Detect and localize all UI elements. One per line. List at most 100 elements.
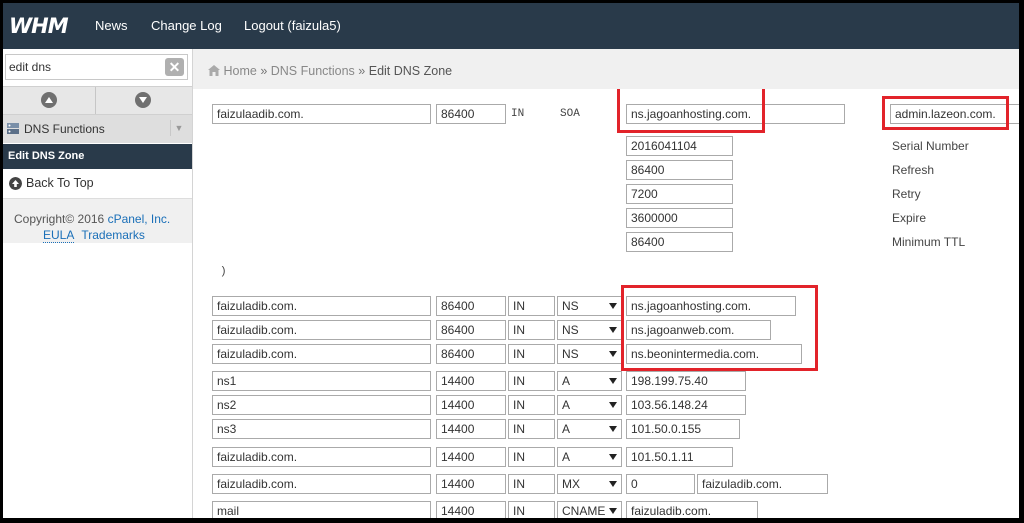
arrow-divider	[95, 87, 96, 114]
record-name-field[interactable]: faizuladib.com.	[212, 344, 431, 364]
dropdown-caret-icon	[609, 426, 617, 432]
breadcrumb-home[interactable]: Home	[223, 64, 256, 78]
dropdown-caret-icon	[609, 402, 617, 408]
nav-news[interactable]: News	[95, 3, 128, 49]
sidebar-section-dns-functions[interactable]: DNS Functions ▼	[3, 115, 192, 143]
whm-logo[interactable]: WHM	[9, 14, 69, 38]
record-name-field[interactable]: ns1	[212, 371, 431, 391]
trademarks-link[interactable]: Trademarks	[81, 228, 145, 242]
record-ttl-field[interactable]: 14400	[436, 474, 506, 494]
record-name-field[interactable]: faizuladib.com.	[212, 320, 431, 340]
record-name-field[interactable]: faizuladib.com.	[212, 474, 431, 494]
collapse-chevron-icon[interactable]: ▼	[170, 120, 187, 136]
sidebar-footer: Copyright© 2016 cPanel, Inc. EULA Tradema…	[3, 199, 192, 243]
record-type-select[interactable]: A	[557, 395, 622, 415]
dns-functions-icon	[7, 123, 19, 134]
clear-x-icon[interactable]: ✕	[165, 58, 184, 76]
record-ttl-field[interactable]: 14400	[436, 371, 506, 391]
record-value-field[interactable]: faizuladib.com.	[697, 474, 828, 494]
record-type-value: NS	[562, 347, 579, 361]
soa-minimum-ttl-label: Minimum TTL	[892, 235, 966, 249]
highlight-primary-ns	[617, 89, 765, 133]
soa-name-field[interactable]: faizulaadib.com.	[212, 104, 431, 124]
sidebar-scroll-arrows	[3, 86, 192, 115]
soa-ttl-field[interactable]: 86400	[436, 104, 506, 124]
dropdown-caret-icon	[609, 454, 617, 460]
eula-link[interactable]: EULA	[43, 228, 75, 243]
record-type-value: A	[562, 398, 571, 412]
record-type-select[interactable]: CNAME	[557, 501, 622, 518]
dropdown-caret-icon	[609, 351, 617, 357]
record-class-field[interactable]: IN	[508, 371, 555, 391]
record-type-select[interactable]: A	[557, 371, 622, 391]
soa-refresh-field[interactable]: 86400	[626, 160, 733, 180]
soa-retry-label: Retry	[892, 187, 921, 201]
breadcrumb-dns-functions[interactable]: DNS Functions	[271, 64, 355, 78]
record-class-field[interactable]: IN	[508, 447, 555, 467]
soa-type: SOA	[560, 108, 580, 120]
record-class-field[interactable]: IN	[508, 395, 555, 415]
dropdown-caret-icon	[609, 378, 617, 384]
record-class-field[interactable]: IN	[508, 296, 555, 316]
arrow-up-circle-icon	[9, 177, 22, 190]
soa-expire-field[interactable]: 3600000	[626, 208, 733, 228]
soa-serial-field[interactable]: 2016041104	[626, 136, 733, 156]
home-icon	[208, 65, 220, 76]
breadcrumb-separator: »	[358, 64, 366, 78]
record-type-value: A	[562, 422, 571, 436]
sidebar-item-edit-dns-zone[interactable]: Edit DNS Zone	[3, 144, 192, 169]
soa-close-paren: )	[220, 266, 227, 278]
record-type-value: NS	[562, 299, 579, 313]
soa-class: IN	[511, 108, 525, 120]
record-class-field[interactable]: IN	[508, 474, 555, 494]
record-ttl-field[interactable]: 14400	[436, 419, 506, 439]
soa-expire-label: Expire	[892, 211, 927, 225]
soa-serial-label: Serial Number	[892, 139, 969, 153]
soa-retry-field[interactable]: 7200	[626, 184, 733, 204]
record-ttl-field[interactable]: 86400	[436, 296, 506, 316]
record-ttl-field[interactable]: 14400	[436, 395, 506, 415]
record-name-field[interactable]: faizuladib.com.	[212, 447, 431, 467]
scroll-down-icon[interactable]	[135, 92, 151, 108]
record-value-field[interactable]: faizuladib.com.	[626, 501, 758, 518]
record-type-select[interactable]: A	[557, 419, 622, 439]
record-type-select[interactable]: NS	[557, 296, 622, 316]
record-type-select[interactable]: NS	[557, 344, 622, 364]
scroll-up-icon[interactable]	[41, 92, 57, 108]
record-class-field[interactable]: IN	[508, 344, 555, 364]
cpanel-link[interactable]: cPanel, Inc.	[108, 212, 171, 226]
nav-change-log[interactable]: Change Log	[151, 3, 222, 49]
highlight-admin-email	[882, 96, 1009, 130]
record-type-select[interactable]: A	[557, 447, 622, 467]
record-value-field[interactable]: 101.50.1.11	[626, 447, 733, 467]
sidebar-search: ✕	[5, 54, 188, 80]
copyright-text: Copyright© 2016	[14, 212, 108, 226]
record-name-field[interactable]: mail	[212, 501, 431, 518]
top-navigation-bar: WHM News Change Log Logout (faizula5)	[3, 3, 1019, 49]
record-name-field[interactable]: ns3	[212, 419, 431, 439]
record-value-field[interactable]: 198.199.75.40	[626, 371, 746, 391]
record-ttl-field[interactable]: 14400	[436, 447, 506, 467]
mx-priority-field[interactable]: 0	[626, 474, 695, 494]
dropdown-caret-icon	[609, 327, 617, 333]
dns-zone-editor: faizulaadib.com. 86400 IN SOA ns.jagoanh…	[193, 89, 1019, 518]
record-ttl-field[interactable]: 14400	[436, 501, 506, 518]
nav-logout[interactable]: Logout (faizula5)	[244, 3, 341, 49]
record-name-field[interactable]: faizuladib.com.	[212, 296, 431, 316]
record-name-field[interactable]: ns2	[212, 395, 431, 415]
back-to-top-link[interactable]: Back To Top	[3, 169, 192, 199]
soa-minimum-ttl-field[interactable]: 86400	[626, 232, 733, 252]
record-class-field[interactable]: IN	[508, 320, 555, 340]
record-type-select[interactable]: MX	[557, 474, 622, 494]
record-type-value: A	[562, 374, 571, 388]
record-value-field[interactable]: 103.56.148.24	[626, 395, 746, 415]
record-ttl-field[interactable]: 86400	[436, 344, 506, 364]
record-ttl-field[interactable]: 86400	[436, 320, 506, 340]
record-value-field[interactable]: 101.50.0.155	[626, 419, 740, 439]
record-class-field[interactable]: IN	[508, 419, 555, 439]
record-class-field[interactable]: IN	[508, 501, 555, 518]
search-input[interactable]	[9, 58, 159, 76]
record-type-select[interactable]: NS	[557, 320, 622, 340]
breadcrumb-current: Edit DNS Zone	[368, 64, 453, 78]
breadcrumb-bar: Home » DNS Functions » Edit DNS Zone	[193, 49, 1019, 89]
